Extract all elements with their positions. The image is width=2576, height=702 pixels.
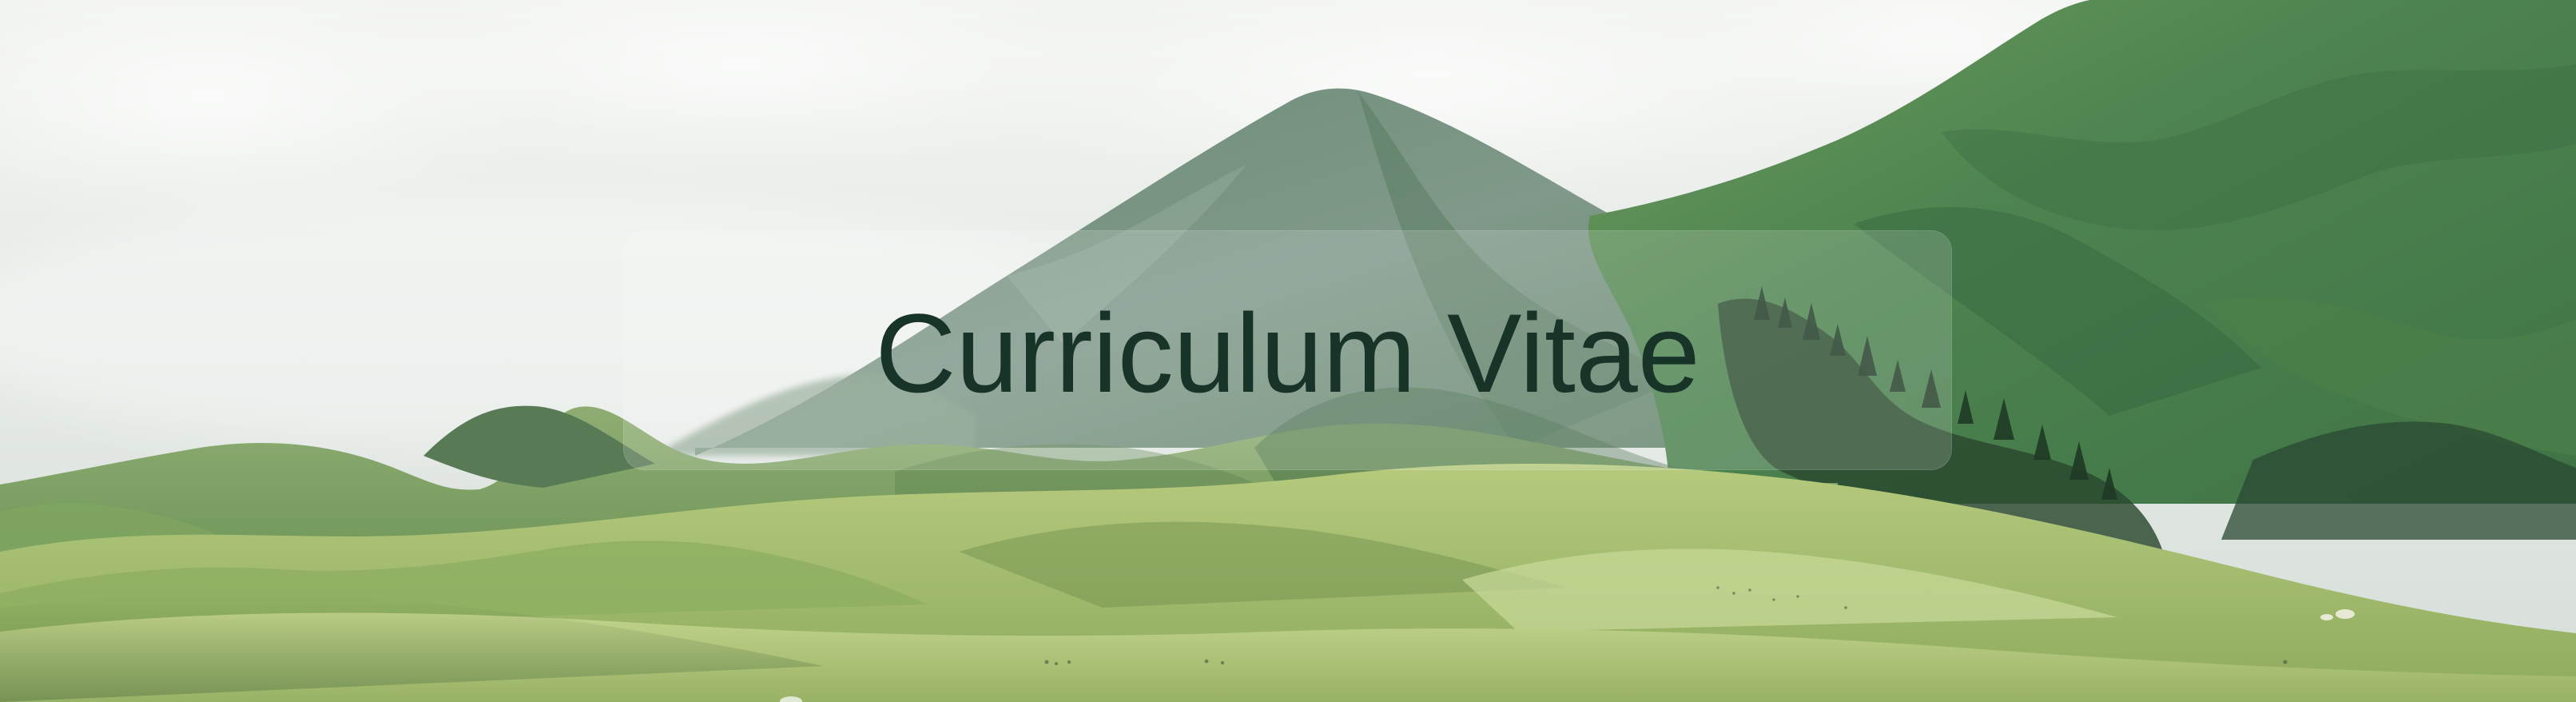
hero-banner: Curriculum Vitae bbox=[0, 0, 2576, 702]
page-title: Curriculum Vitae bbox=[875, 290, 1700, 416]
title-panel: Curriculum Vitae bbox=[623, 230, 1952, 470]
